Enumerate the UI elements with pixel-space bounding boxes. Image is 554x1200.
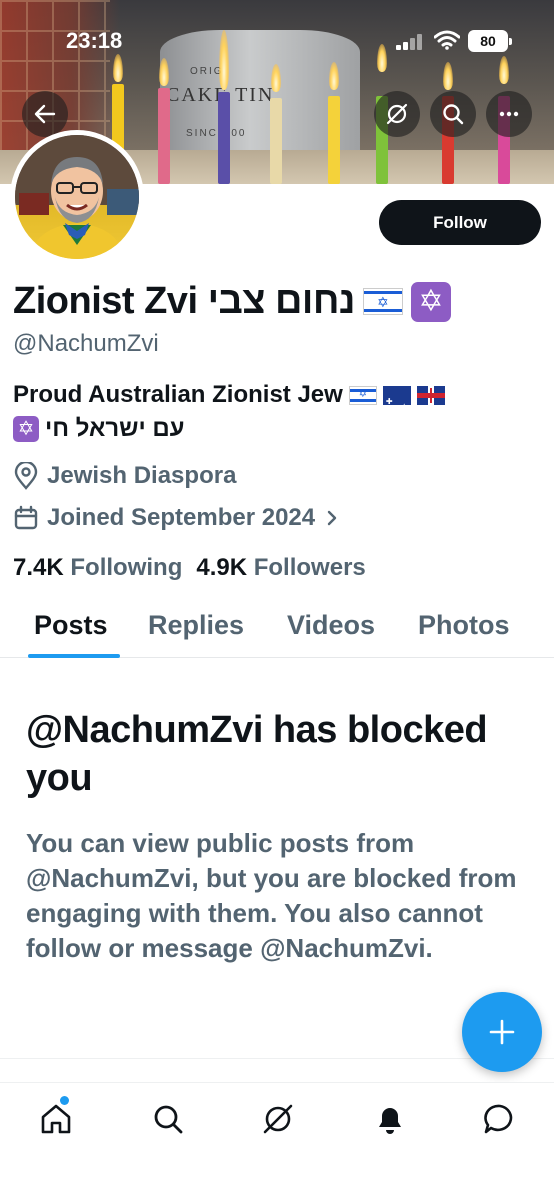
tab-replies[interactable]: Replies (148, 610, 244, 641)
candle (270, 98, 282, 184)
messages-icon[interactable] (482, 1101, 518, 1137)
israel-flag-icon: ✡ (348, 385, 377, 405)
avatar-portrait (15, 135, 139, 259)
plus-icon (489, 1019, 515, 1045)
star-of-david-icon: ✡ (13, 416, 39, 442)
tab-videos[interactable]: Videos (287, 610, 375, 641)
banner-tin-since: SINCE 00 (186, 128, 247, 139)
profile-counts: 7.4K Following 4.9K Followers (13, 554, 366, 582)
calendar-icon (14, 505, 38, 530)
blocked-title: @NachumZvi has blocked you (26, 709, 488, 799)
candle-flame (443, 62, 453, 90)
candle (218, 92, 230, 184)
back-button[interactable] (22, 91, 68, 137)
bell-icon[interactable] (372, 1101, 408, 1137)
more-button[interactable] (486, 91, 532, 137)
tab-photos[interactable]: Photos (418, 610, 510, 641)
home-icon[interactable] (38, 1101, 74, 1137)
candle (328, 96, 340, 184)
candle (158, 88, 170, 184)
bio-text: Proud Australian Zionist Jew (13, 381, 343, 408)
tab-posts[interactable]: Posts (34, 610, 108, 641)
israel-flag-icon: ✡ (362, 288, 403, 315)
profile-tabs: Posts Replies Videos Photos (0, 606, 554, 658)
joined-text: Joined September 2024 (47, 504, 316, 531)
battery-indicator: 80 (468, 30, 512, 52)
profile-location: Jewish Diaspora (13, 462, 236, 490)
followers-count: 4.9K (196, 554, 248, 581)
search-icon (443, 104, 464, 125)
more-icon (499, 111, 519, 117)
location-pin-icon (14, 462, 38, 490)
profile-bio: Proud Australian Zionist Jew ✡ ✚ ✦ ✡ עם י… (13, 380, 543, 444)
profile-handle: @NachumZvi (13, 330, 159, 357)
home-notification-dot (60, 1096, 69, 1105)
search-icon[interactable] (150, 1101, 186, 1137)
following-label: Following (70, 554, 183, 581)
followers-label: Followers (253, 554, 366, 581)
signal-icon (396, 34, 424, 50)
wifi-icon (434, 30, 460, 50)
blocked-message: You can view public posts from @NachumZv… (26, 828, 517, 963)
search-button[interactable] (430, 91, 476, 137)
location-text: Jewish Diaspora (47, 462, 237, 489)
profile-joined[interactable]: Joined September 2024 (13, 504, 341, 532)
profile-name-row: Zionist Zvi נחום צבי ✡ ✡ (13, 280, 451, 323)
star-of-david-icon: ✡ (410, 281, 451, 322)
status-time: 23:18 (66, 28, 123, 53)
grok-button[interactable] (374, 91, 420, 137)
compose-button[interactable] (462, 992, 542, 1072)
active-tab-indicator (28, 654, 120, 658)
candle-flame (499, 56, 509, 84)
uk-flag-icon (416, 385, 445, 405)
candle-flame (377, 44, 387, 72)
avatar[interactable] (10, 130, 144, 264)
following-link[interactable]: 7.4K Following (13, 554, 182, 582)
australia-flag-icon: ✚ ✦ (382, 385, 411, 411)
follow-button[interactable]: Follow (379, 200, 541, 245)
bottom-nav (0, 1082, 554, 1200)
chevron-right-icon (327, 510, 337, 526)
arrow-left-icon (34, 104, 56, 124)
display-name: Zionist Zvi נחום צבי (13, 280, 355, 322)
candle-flame (113, 54, 123, 82)
grok-icon[interactable] (260, 1101, 296, 1137)
following-count: 7.4K (13, 554, 64, 581)
bio-text-hebrew: עם ישראל חי (45, 415, 185, 442)
followers-link[interactable]: 4.9K Followers (196, 554, 365, 582)
grok-icon (386, 103, 408, 125)
